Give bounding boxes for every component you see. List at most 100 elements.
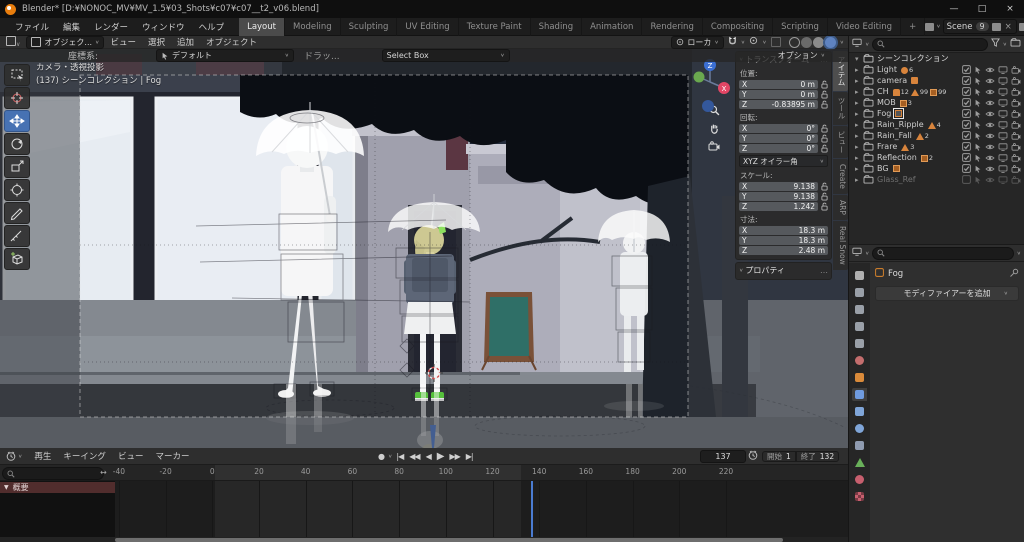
view-layer-properties-tab[interactable] [852,320,867,333]
selectable-icon[interactable] [974,66,982,74]
camera-view-icon[interactable] [706,138,722,154]
rotate-tool-button[interactable] [4,133,30,155]
disable-render-icon[interactable] [1011,121,1021,129]
new-collection-icon[interactable] [1010,38,1021,50]
pan-hand-icon[interactable] [706,120,722,136]
sidebar-tab-ビュー[interactable]: ビュー [833,125,848,158]
lock-icon[interactable] [820,90,828,99]
current-frame-field[interactable]: 137 [700,449,746,463]
hide-eye-icon[interactable] [985,77,995,85]
hide-eye-icon[interactable] [985,143,995,151]
exclude-checkbox[interactable] [962,98,971,107]
maximize-button[interactable]: □ [968,0,996,18]
timeline-menu-再生[interactable]: 再生 [28,450,57,462]
exclude-checkbox[interactable] [962,65,971,74]
navigation-gizmo[interactable]: Z X [688,54,732,117]
workspace-tab-Scripting[interactable]: Scripting [773,17,828,36]
play-reverse-button[interactable]: ◀ [424,452,433,461]
rendered-shading-icon[interactable] [824,36,836,48]
expand-arrow-icon[interactable]: ▸ [855,88,863,96]
workspace-tab-Shading[interactable]: Shading [531,17,583,36]
disable-viewport-icon[interactable] [998,110,1008,118]
disable-viewport-icon[interactable] [998,154,1008,162]
previous-keyframe-button[interactable]: ◀◀ [407,452,421,461]
jump-to-start-button[interactable]: |◀ [394,452,405,461]
outliner-item-row[interactable]: ▸ Reflection 2 [849,152,1024,163]
outliner-search[interactable] [872,37,988,51]
disable-render-icon[interactable] [1011,66,1021,74]
disable-viewport-icon[interactable] [998,176,1008,184]
expand-arrow-icon[interactable]: ▸ [855,176,863,184]
disable-viewport-icon[interactable] [998,132,1008,140]
exclude-checkbox[interactable] [962,109,971,118]
hide-eye-icon[interactable] [985,66,995,74]
lock-icon[interactable] [820,124,828,133]
select-box-tool-button[interactable] [4,64,30,86]
pin-icon[interactable] [1009,268,1019,281]
unlink-scene-icon[interactable]: × [1004,22,1013,32]
minimize-button[interactable]: — [940,0,968,18]
transform-field-X[interactable]: X 0° [739,124,818,133]
data-properties-tab[interactable] [852,456,867,469]
lock-icon[interactable] [820,100,828,109]
cursor-tool-button[interactable] [4,87,30,109]
select-box-dropdown[interactable]: Select Box ∨ [381,49,510,62]
exclude-checkbox[interactable] [962,76,971,85]
disable-render-icon[interactable] [1011,132,1021,140]
outliner-item-row[interactable]: ▸ Light 6 [849,64,1024,75]
use-preview-range-icon[interactable] [748,450,758,463]
outliner-item-row[interactable]: ▸ Rain_Fall 2 [849,130,1024,141]
workspace-tab-Texture Paint[interactable]: Texture Paint [459,17,531,36]
workspace-tab-Rendering[interactable]: Rendering [642,17,703,36]
selectable-icon[interactable] [974,99,982,107]
outliner-root-row[interactable]: ▾ シーンコレクション [849,53,1024,64]
workspace-tab-Animation[interactable]: Animation [582,17,643,36]
proportional-edit-icon[interactable] [749,36,758,48]
sidebar-tab-Real Snow[interactable]: Real Snow [833,220,848,270]
workspace-tab-Compositing[interactable]: Compositing [703,17,774,36]
particles-properties-tab[interactable] [852,405,867,418]
hide-eye-icon[interactable] [985,176,995,184]
selectable-icon[interactable] [974,165,982,173]
disable-render-icon[interactable] [1011,165,1021,173]
selectable-icon[interactable] [974,77,982,85]
disable-viewport-icon[interactable] [998,99,1008,107]
outliner-item-row[interactable]: ▸ CH 12 99 99 [849,86,1024,97]
hide-eye-icon[interactable] [985,165,995,173]
material-shading-icon[interactable] [812,36,824,48]
outliner-item-row[interactable]: ▸ BG [849,163,1024,174]
frame-start-field[interactable]: 開始 1 [762,450,796,462]
editor-type-icon[interactable] [852,247,862,259]
selectable-icon[interactable] [974,121,982,129]
transform-field-X[interactable]: X0 m [739,80,818,89]
solid-shading-icon[interactable] [800,36,812,48]
measure-tool-button[interactable] [4,225,30,247]
selectable-icon[interactable] [974,154,982,162]
world-properties-tab[interactable] [852,354,867,367]
exclude-checkbox[interactable] [962,87,971,96]
transform-field-Z[interactable]: Z 1.242 [739,202,818,211]
render-properties-tab[interactable] [852,286,867,299]
playhead[interactable] [531,481,534,537]
selectable-icon[interactable] [974,132,982,140]
shading-popover-chevron-icon[interactable]: ∨ [840,39,844,45]
play-button[interactable]: ▶ [435,451,446,462]
lock-icon[interactable] [820,182,828,191]
expand-arrow-icon[interactable]: ▸ [855,121,863,129]
timeline-search[interactable] [2,467,104,480]
disable-viewport-icon[interactable] [998,88,1008,96]
expand-arrow-icon[interactable]: ▸ [855,143,863,151]
expand-channels-icon[interactable]: ↔ [100,468,107,477]
orientation-dropdown[interactable]: ローカ ∨ [671,36,724,49]
menu-編集[interactable]: 編集 [56,18,87,36]
new-scene-icon[interactable] [991,22,1001,31]
transform-field-Z[interactable]: Z 0° [739,144,818,153]
disable-viewport-icon[interactable] [998,77,1008,85]
next-keyframe-button[interactable]: ▶▶ [447,452,461,461]
lock-icon[interactable] [820,192,828,201]
timeline-editor-type-button[interactable]: ∨ [0,451,28,461]
disable-render-icon[interactable] [1011,176,1021,184]
timeline-menu-キーイング[interactable]: キーイング [57,450,112,462]
wireframe-shading-icon[interactable] [788,36,800,48]
material-properties-tab[interactable] [852,473,867,486]
